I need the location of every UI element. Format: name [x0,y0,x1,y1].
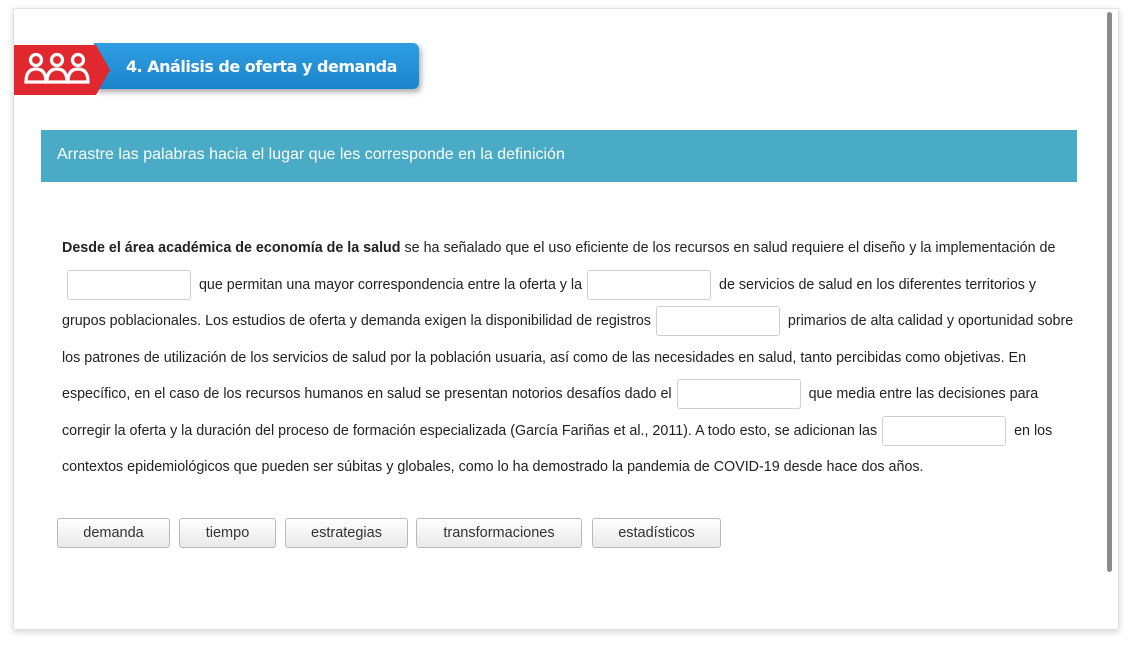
word-chip-estadisticos[interactable]: estadísticos [592,518,721,548]
word-chip-transformaciones[interactable]: transformaciones [416,518,582,548]
word-chip-estrategias[interactable]: estrategias [285,518,408,548]
word-chip-demanda[interactable]: demanda [57,518,170,548]
activity-card: 4. Análisis de oferta y demanda Arrastre… [13,8,1119,630]
paragraph-bold-lead: Desde el área académica de economía de l… [62,240,401,256]
paragraph-text: que permitan una mayor correspondencia e… [195,276,583,293]
instruction-text: Arrastre las palabras hacia el lugar que… [57,146,565,163]
section-title-tab: 4. Análisis de oferta y demanda [94,43,419,89]
section-header: 4. Análisis de oferta y demanda [14,41,434,101]
drop-blank-5[interactable] [882,415,1007,446]
drop-blank-3[interactable] [655,306,780,337]
paragraph-text: se ha señalado que el uso eficiente de l… [400,240,1056,256]
drop-blank-4[interactable] [676,379,801,410]
word-chip-tiempo[interactable]: tiempo [179,518,276,548]
drop-blank-2[interactable] [587,269,712,300]
drop-blank-1[interactable] [67,269,191,300]
section-title: 4. Análisis de oferta y demanda [126,57,397,76]
people-group-icon [14,45,110,95]
definition-paragraph: Desde el área académica de economía de l… [62,230,1082,486]
instruction-banner: Arrastre las palabras hacia el lugar que… [41,130,1077,182]
vertical-scrollbar[interactable] [1107,12,1112,572]
